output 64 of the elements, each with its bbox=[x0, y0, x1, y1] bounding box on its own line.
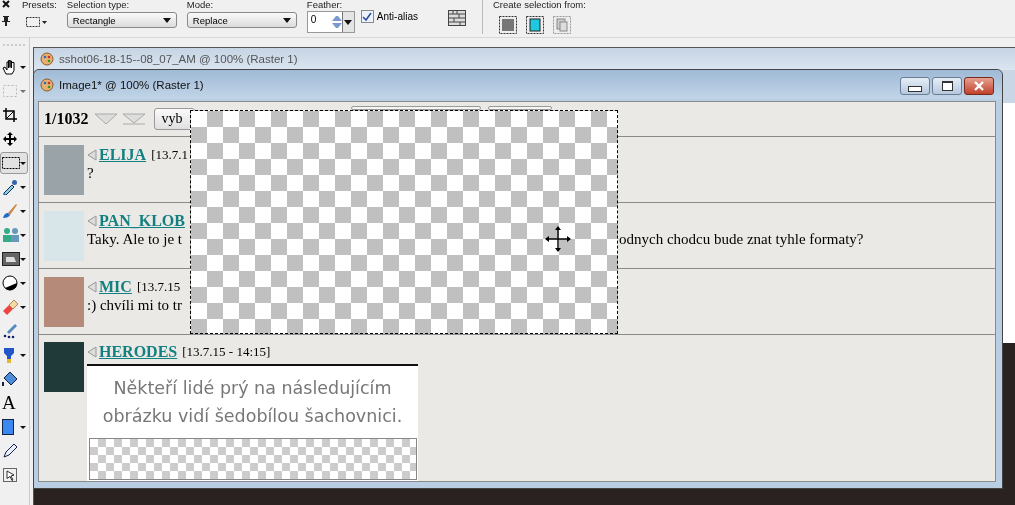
eraser-icon bbox=[2, 299, 18, 315]
pin-icon[interactable] bbox=[2, 16, 10, 26]
palette-icon bbox=[40, 52, 54, 66]
maximize-button[interactable] bbox=[932, 77, 962, 95]
mode-label: Mode: bbox=[186, 0, 215, 10]
framed-square-icon[interactable] bbox=[526, 16, 544, 34]
post-text: :) chvíli mi to tr bbox=[87, 297, 182, 314]
anti-alias-checkbox[interactable] bbox=[360, 10, 374, 23]
fill-icon bbox=[2, 371, 18, 387]
move-icon bbox=[2, 131, 18, 147]
post-text: Taky. Ale to je t bbox=[87, 231, 183, 248]
post-date: [13.7.1 bbox=[151, 147, 188, 163]
dashed-rectangle-icon bbox=[2, 83, 18, 99]
window-title: sshot06-18-15--08_07_AM @ 100% (Raster 1) bbox=[59, 53, 298, 65]
tool-button[interactable] bbox=[0, 152, 28, 174]
avatar-placeholder bbox=[44, 145, 84, 195]
preset-selection-icon[interactable] bbox=[26, 16, 48, 28]
selection-type-label: Selection type: bbox=[66, 0, 131, 10]
username-link[interactable]: HERODES bbox=[99, 343, 178, 361]
presets-label: Presets: bbox=[22, 0, 57, 10]
feather-spinbox[interactable]: 0 bbox=[306, 11, 355, 33]
username-link[interactable]: MIC bbox=[99, 278, 132, 296]
window-title: Image1* @ 100% (Raster 1) bbox=[59, 78, 204, 91]
smudge-icon bbox=[2, 323, 18, 339]
username-link[interactable]: ELIJA bbox=[99, 146, 147, 164]
contrast-icon bbox=[2, 275, 18, 291]
dotted-square-icon[interactable] bbox=[499, 16, 517, 34]
post-text: odnych chodcu bude znat tyhle formaty? bbox=[619, 231, 864, 248]
paint-tube-icon bbox=[2, 347, 16, 363]
move-cursor-icon bbox=[544, 225, 572, 253]
tool-button[interactable]: A bbox=[0, 392, 28, 414]
selection-type-dropdown[interactable]: Rectangle bbox=[66, 12, 177, 28]
hand-icon bbox=[2, 59, 18, 75]
image-icon bbox=[2, 252, 20, 266]
close-icon bbox=[973, 81, 985, 91]
post-text: ? bbox=[87, 165, 94, 182]
mode-dropdown[interactable]: Replace bbox=[186, 12, 297, 28]
pen-icon bbox=[2, 443, 18, 459]
anti-alias-label: Anti-alias bbox=[376, 11, 418, 22]
brick-grid-icon[interactable] bbox=[448, 10, 466, 26]
post-date: [13.7.15 bbox=[136, 279, 181, 295]
close-icon[interactable] bbox=[2, 0, 10, 8]
page-counter: 1/1032 bbox=[44, 110, 89, 128]
avatar-placeholder bbox=[44, 277, 84, 327]
tool-button[interactable] bbox=[0, 272, 28, 294]
rectangle-icon bbox=[2, 419, 14, 435]
selection-icon bbox=[2, 156, 20, 170]
tool-button[interactable] bbox=[0, 416, 28, 438]
avatar-placeholder bbox=[44, 342, 84, 392]
feather-label: Feather: bbox=[306, 0, 344, 10]
image-caption: Někteří lidé prý na následujícím obrázku vidí šedobílou šachovnici. bbox=[101, 377, 404, 428]
minimize-button[interactable] bbox=[900, 77, 930, 95]
crop-icon bbox=[2, 107, 18, 123]
post-date: [13.7.15 - 14:15] bbox=[182, 344, 271, 360]
dropper-icon bbox=[2, 179, 18, 195]
toolbar-button[interactable] bbox=[351, 106, 481, 110]
create-selection-label: Create selection from: bbox=[493, 0, 586, 10]
username-link[interactable]: PAN_KLOB bbox=[99, 212, 185, 230]
palette-icon bbox=[40, 77, 54, 92]
people-icon bbox=[2, 227, 20, 243]
close-button[interactable] bbox=[964, 77, 994, 95]
toolbar-button[interactable] bbox=[488, 106, 552, 110]
brush-icon bbox=[2, 203, 18, 219]
pick-icon bbox=[2, 467, 18, 483]
